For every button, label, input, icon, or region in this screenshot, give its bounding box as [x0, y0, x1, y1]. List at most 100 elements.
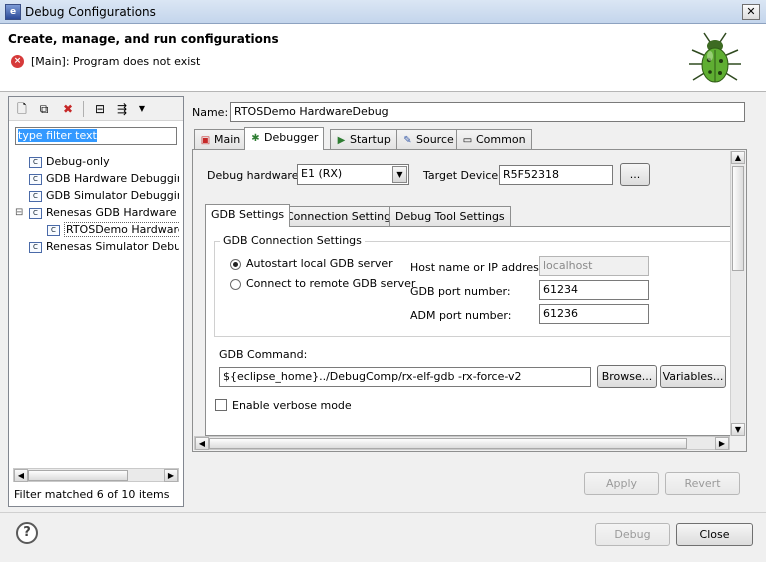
- source-tab-icon: ✎: [403, 135, 412, 146]
- close-button[interactable]: Close: [676, 523, 753, 546]
- tree-item-label: Renesas Simulator Debugging: [46, 240, 179, 253]
- tree-item[interactable]: C Debug-only: [13, 153, 179, 170]
- c-configuration-icon: C: [29, 156, 42, 168]
- tree-item[interactable]: C RTOSDemo HardwareDebug: [13, 221, 179, 238]
- tree-item-label: RTOSDemo HardwareDebug: [64, 222, 179, 237]
- duplicate-icon[interactable]: ⧉: [35, 100, 53, 118]
- dialog-header: Create, manage, and run configurations ×…: [0, 24, 766, 92]
- panel-scroll-right-icon[interactable]: ▶: [715, 437, 729, 450]
- scroll-up-icon[interactable]: ▲: [731, 151, 745, 164]
- variables-button[interactable]: Variables...: [660, 365, 726, 388]
- debugger-panel: Debug hardware: E1 (RX) ▼ Target Device:…: [192, 149, 747, 452]
- common-tab-icon: ▭: [462, 135, 473, 146]
- panel-scroll-left-icon[interactable]: ◀: [195, 437, 209, 450]
- tab-startup-label: Startup: [350, 133, 391, 146]
- panel-horizontal-scrollbar[interactable]: ◀ ▶: [194, 436, 730, 450]
- debug-hardware-value: E1 (RX): [301, 167, 343, 180]
- gdb-port-label: GDB port number:: [410, 285, 511, 298]
- tab-main-label: Main: [214, 133, 241, 146]
- host-field[interactable]: localhost: [539, 256, 649, 276]
- error-icon: ×: [11, 55, 24, 68]
- chevron-down-icon[interactable]: ▼: [392, 166, 407, 183]
- target-device-browse-button[interactable]: ...: [620, 163, 650, 186]
- tree-scroll-thumb[interactable]: [28, 470, 128, 481]
- debug-hardware-label: Debug hardware:: [207, 169, 303, 182]
- tree-item-label: Debug-only: [46, 155, 110, 168]
- tree-item[interactable]: C GDB Simulator Debugging: [13, 187, 179, 204]
- error-message: [Main]: Program does not exist: [31, 55, 201, 68]
- gdb-command-field[interactable]: ${eclipse_home}../DebugComp/rx-elf-gdb -…: [219, 367, 591, 387]
- host-label: Host name or IP address:: [410, 261, 549, 274]
- tree-item[interactable]: C Renesas Simulator Debugging: [13, 238, 179, 255]
- name-field[interactable]: RTOSDemo HardwareDebug: [230, 102, 745, 122]
- tree-item-label: GDB Simulator Debugging: [46, 189, 179, 202]
- debug-hardware-select[interactable]: E1 (RX) ▼: [297, 164, 409, 185]
- tree-item[interactable]: ⊟ C Renesas GDB Hardware Debugging: [13, 204, 179, 221]
- horizontal-scroll-thumb[interactable]: [209, 438, 687, 449]
- header-title: Create, manage, and run configurations: [8, 32, 279, 46]
- startup-tab-icon: ▶: [337, 135, 346, 146]
- filter-icon[interactable]: ⇶: [113, 100, 131, 118]
- apply-button[interactable]: Apply: [584, 472, 659, 495]
- autostart-label: Autostart local GDB server: [246, 257, 393, 270]
- tab-main[interactable]: ▣ Main: [194, 129, 247, 150]
- window-title: Debug Configurations: [25, 5, 156, 19]
- target-device-label: Target Device:: [423, 169, 502, 182]
- browse-button[interactable]: Browse...: [597, 365, 657, 388]
- tab-source[interactable]: ✎ Source: [396, 129, 460, 150]
- subtab-connection-settings[interactable]: Connection Settings: [280, 206, 403, 227]
- tree-toolbar: 🗋 ⧉ ✖ ⊟ ⇶ ▼: [9, 97, 183, 121]
- group-title: GDB Connection Settings: [220, 234, 365, 247]
- target-device-field[interactable]: R5F52318: [499, 165, 613, 185]
- remote-radio[interactable]: [230, 279, 241, 290]
- delete-icon[interactable]: ✖: [59, 100, 77, 118]
- gdb-port-field[interactable]: 61234: [539, 280, 649, 300]
- vertical-scroll-thumb[interactable]: [732, 166, 744, 271]
- gdb-settings-panel: GDB Connection Settings Autostart local …: [205, 226, 733, 436]
- configuration-tree: C Debug-only C GDB Hardware Debugging C GDB S…: [13, 153, 179, 255]
- remote-label: Connect to remote GDB server: [246, 277, 416, 290]
- verbose-checkbox[interactable]: [215, 399, 227, 411]
- window-close-button[interactable]: ✕: [742, 4, 760, 20]
- adm-port-label: ADM port number:: [410, 309, 512, 322]
- tab-common[interactable]: ▭ Common: [456, 129, 532, 150]
- revert-button[interactable]: Revert: [665, 472, 740, 495]
- tab-startup[interactable]: ▶ Startup: [330, 129, 397, 150]
- tree-item-label: GDB Hardware Debugging: [46, 172, 179, 185]
- verbose-label: Enable verbose mode: [232, 399, 352, 412]
- toolbar-divider: [83, 101, 84, 117]
- filter-status: Filter matched 6 of 10 items: [14, 488, 170, 501]
- scroll-down-icon[interactable]: ▼: [731, 423, 745, 436]
- autostart-radio[interactable]: [230, 259, 241, 270]
- c-configuration-icon: C: [29, 190, 42, 202]
- panel-vertical-scrollbar[interactable]: ▲ ▼: [730, 151, 745, 436]
- tab-common-label: Common: [476, 133, 526, 146]
- adm-port-field[interactable]: 61236: [539, 304, 649, 324]
- scroll-left-icon[interactable]: ◀: [14, 469, 28, 482]
- configuration-tree-pane: 🗋 ⧉ ✖ ⊟ ⇶ ▼ type filter text C Debug-only…: [8, 96, 184, 507]
- c-configuration-icon: C: [29, 173, 42, 185]
- tab-debugger[interactable]: ✱ Debugger: [244, 127, 325, 150]
- gdb-command-label: GDB Command:: [219, 348, 308, 361]
- scroll-right-icon[interactable]: ▶: [164, 469, 178, 482]
- filter-input[interactable]: type filter text: [15, 127, 177, 145]
- main-tab-icon: ▣: [200, 135, 211, 146]
- collapse-all-icon[interactable]: ⊟: [91, 100, 109, 118]
- filter-text: type filter text: [18, 129, 97, 142]
- c-configuration-icon: C: [29, 241, 42, 253]
- debug-button[interactable]: Debug: [595, 523, 670, 546]
- name-label: Name:: [192, 106, 229, 119]
- tree-horizontal-scrollbar[interactable]: ◀ ▶: [13, 468, 179, 482]
- subtab-gdb-settings[interactable]: GDB Settings: [205, 204, 291, 227]
- tree-collapse-icon[interactable]: ⊟: [15, 204, 23, 221]
- view-menu-chevron-icon[interactable]: ▼: [133, 100, 151, 118]
- bug-icon: [689, 32, 741, 83]
- tab-debugger-label: Debugger: [264, 131, 319, 144]
- help-icon[interactable]: ?: [16, 522, 38, 544]
- new-configuration-icon[interactable]: 🗋: [13, 100, 31, 118]
- tree-item-label: Renesas GDB Hardware Debugging: [46, 206, 179, 219]
- bottom-divider: [0, 512, 766, 513]
- tree-item[interactable]: C GDB Hardware Debugging: [13, 170, 179, 187]
- eclipse-app-icon: e: [5, 4, 21, 20]
- subtab-debug-tool-settings[interactable]: Debug Tool Settings: [389, 206, 511, 227]
